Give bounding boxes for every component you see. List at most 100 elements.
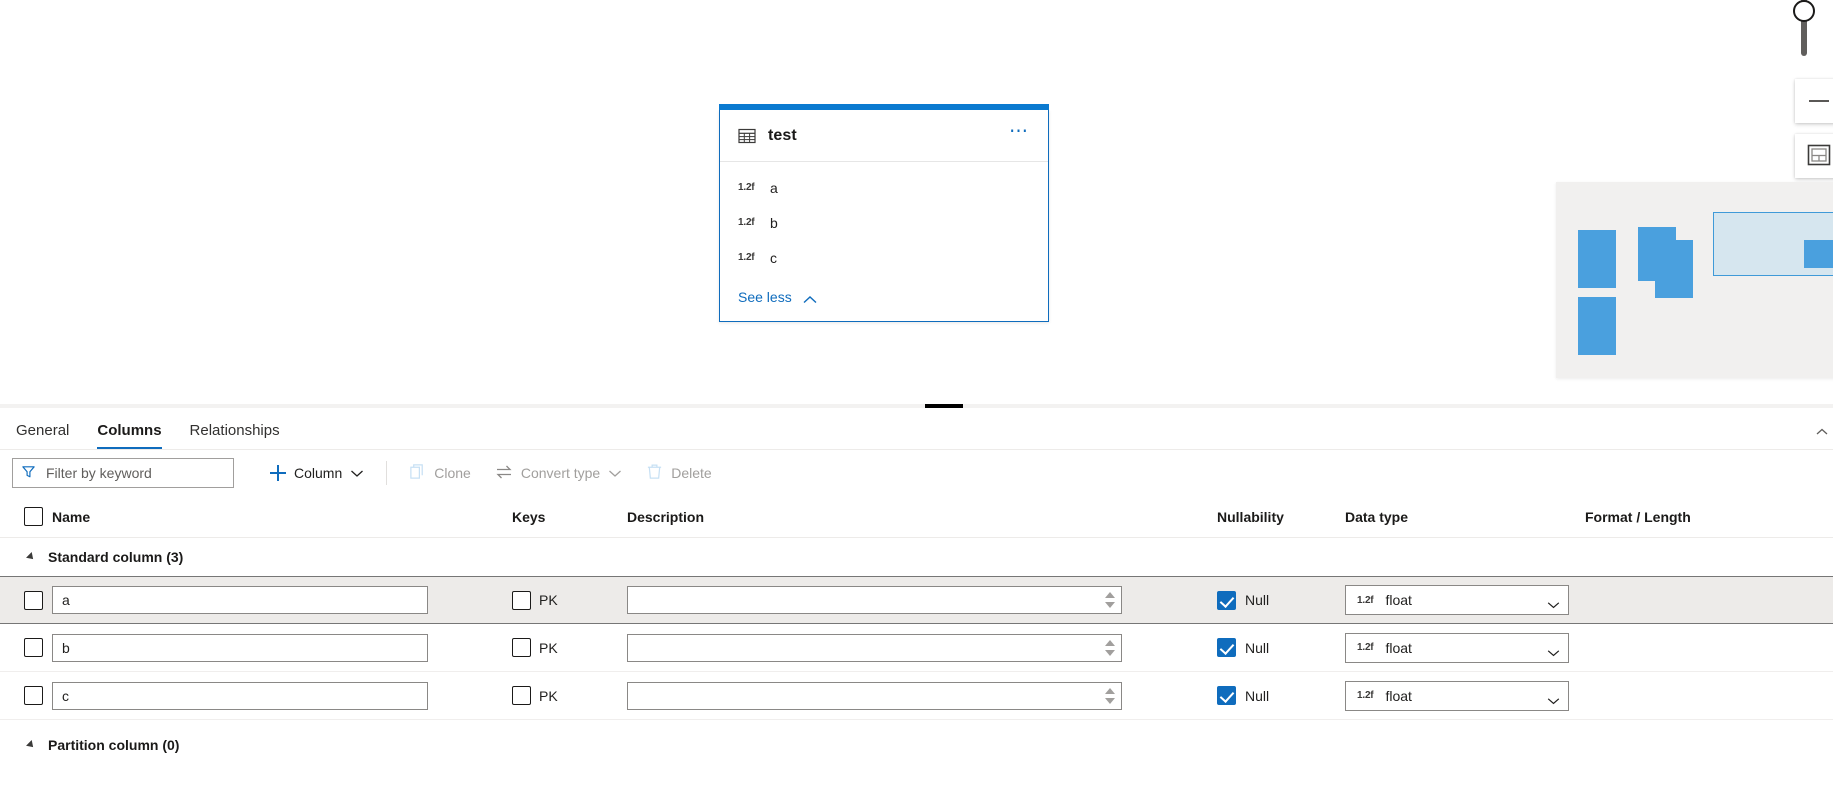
header-nullability[interactable]: Nullability	[1217, 509, 1345, 525]
clone-icon	[409, 463, 426, 483]
row-data-type-cell: 1.2f float	[1345, 632, 1585, 663]
add-column-button[interactable]: Column	[260, 456, 374, 490]
fit-to-screen-icon	[1807, 143, 1831, 170]
primary-key-label: PK	[539, 687, 558, 704]
row-name-cell	[52, 681, 512, 710]
table-row[interactable]: PK Null	[0, 576, 1833, 624]
primary-key-checkbox[interactable]	[512, 590, 531, 610]
filter-funnel-icon	[21, 464, 36, 482]
chevron-down-icon	[1547, 692, 1560, 704]
group-header-partition-column[interactable]: Partition column (0)	[0, 726, 1833, 764]
row-select-cell	[0, 590, 52, 610]
tab-general[interactable]: General	[2, 423, 83, 449]
nullability-checkbox[interactable]	[1217, 590, 1236, 610]
zoom-out-button[interactable]	[1795, 79, 1833, 123]
diagram-canvas[interactable]: test ⋯ 1.2f a 1.2f b 1.2f c See less	[0, 0, 1833, 406]
data-type-dropdown[interactable]: 1.2f float	[1345, 585, 1569, 615]
header-name[interactable]: Name	[52, 509, 512, 525]
column-name-input[interactable]	[52, 633, 428, 662]
chevron-down-icon	[608, 465, 622, 481]
plus-icon	[270, 465, 286, 481]
panel-collapse-chevron-icon[interactable]	[1815, 425, 1829, 439]
filter-by-keyword-box[interactable]	[12, 458, 234, 488]
data-type-badge: 1.2f	[1357, 642, 1374, 653]
nullability-label: Null	[1245, 687, 1270, 704]
description-stepper[interactable]	[1100, 587, 1120, 613]
header-format-length[interactable]: Format / Length	[1585, 509, 1833, 525]
data-type-badge: 1.2f	[1357, 594, 1374, 606]
minimap-node	[1578, 230, 1616, 288]
row-nullability-cell: Null	[1217, 638, 1345, 657]
panel-tabbar: General Columns Relationships	[0, 408, 1833, 450]
minus-icon	[1809, 100, 1829, 102]
delete-button[interactable]: Delete	[636, 456, 721, 490]
chevron-down-icon	[1547, 596, 1560, 609]
stepper-up-icon[interactable]	[1105, 592, 1115, 598]
primary-key-label: PK	[539, 639, 558, 656]
header-data-type[interactable]: Data type	[1345, 509, 1585, 525]
stepper-up-icon[interactable]	[1105, 687, 1115, 694]
row-checkbox[interactable]	[24, 590, 43, 610]
entity-card-more-icon[interactable]: ⋯	[1007, 122, 1032, 145]
zoom-slider[interactable]	[1793, 0, 1815, 56]
columns-command-bar: Column Clone	[0, 450, 1833, 496]
entity-column-item[interactable]: 1.2f c	[720, 240, 1048, 275]
entity-column-name: b	[770, 214, 778, 231]
stepper-down-icon[interactable]	[1105, 602, 1115, 608]
row-nullability-cell: Null	[1217, 590, 1345, 610]
primary-key-checkbox[interactable]	[512, 686, 531, 705]
description-stepper[interactable]	[1100, 683, 1120, 709]
entity-column-item[interactable]: 1.2f a	[720, 170, 1048, 205]
description-stepper[interactable]	[1100, 635, 1120, 661]
zoom-slider-thumb[interactable]	[1793, 0, 1815, 22]
group-header-standard-column[interactable]: Standard column (3)	[0, 538, 1833, 576]
stepper-down-icon[interactable]	[1105, 649, 1115, 656]
row-description-cell	[627, 681, 1217, 710]
select-all-checkbox[interactable]	[24, 507, 43, 526]
column-name-input[interactable]	[52, 586, 428, 614]
row-keys-cell: PK	[512, 686, 627, 705]
table-row[interactable]: PK Null	[0, 672, 1833, 720]
row-checkbox[interactable]	[24, 686, 43, 705]
row-checkbox[interactable]	[24, 638, 43, 657]
header-keys[interactable]: Keys	[512, 509, 627, 525]
trash-icon	[646, 463, 663, 483]
canvas-minimap[interactable]	[1556, 182, 1833, 378]
data-type-value: float	[1385, 592, 1412, 608]
tab-columns[interactable]: Columns	[83, 423, 175, 449]
column-name-input[interactable]	[52, 681, 428, 710]
nullability-label: Null	[1245, 592, 1270, 608]
table-grid-icon	[738, 127, 756, 145]
tab-relationships[interactable]: Relationships	[176, 423, 294, 449]
entity-card-title: test	[768, 126, 797, 144]
entity-column-name: a	[770, 179, 778, 196]
data-type-dropdown[interactable]: 1.2f float	[1345, 632, 1569, 663]
stepper-up-icon[interactable]	[1105, 639, 1115, 646]
clone-button[interactable]: Clone	[399, 456, 481, 490]
chevron-down-icon	[1547, 644, 1560, 656]
entity-card-header: test ⋯	[720, 110, 1048, 162]
entity-card-test[interactable]: test ⋯ 1.2f a 1.2f b 1.2f c See less	[719, 104, 1049, 322]
row-keys-cell: PK	[512, 590, 627, 610]
entity-column-item[interactable]: 1.2f b	[720, 205, 1048, 240]
entity-card-see-less-button[interactable]: See less	[720, 279, 1048, 321]
collapse-caret-icon[interactable]	[26, 740, 36, 750]
row-data-type-cell: 1.2f float	[1345, 680, 1585, 711]
primary-key-checkbox[interactable]	[512, 638, 531, 657]
nullability-checkbox[interactable]	[1217, 638, 1236, 657]
stepper-down-icon[interactable]	[1105, 697, 1115, 704]
filter-input[interactable]	[44, 464, 225, 482]
row-data-type-cell: 1.2f float	[1345, 585, 1585, 615]
row-name-cell	[52, 586, 512, 614]
collapse-caret-icon[interactable]	[26, 552, 36, 562]
fit-to-screen-button[interactable]	[1795, 134, 1833, 178]
data-type-dropdown[interactable]: 1.2f float	[1345, 680, 1569, 711]
description-input[interactable]	[628, 587, 1083, 613]
convert-type-button[interactable]: Convert type	[485, 456, 632, 490]
header-description[interactable]: Description	[627, 509, 1217, 525]
table-row[interactable]: PK Null	[0, 624, 1833, 672]
row-keys-cell: PK	[512, 638, 627, 657]
description-input[interactable]	[628, 634, 1083, 661]
nullability-checkbox[interactable]	[1217, 686, 1236, 705]
description-input[interactable]	[628, 682, 1083, 709]
